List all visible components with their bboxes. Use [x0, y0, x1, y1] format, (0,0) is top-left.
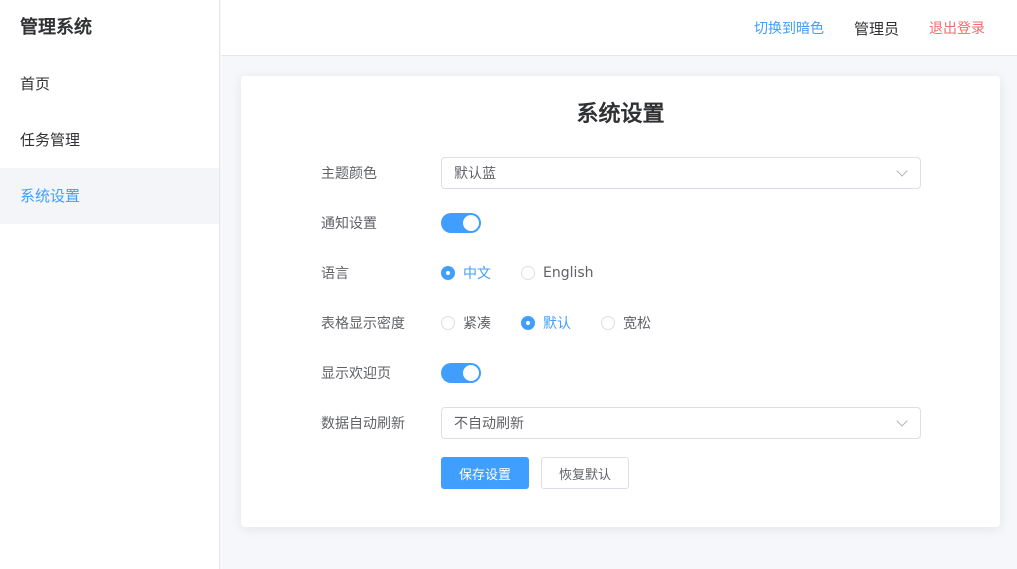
language-option-label: 中文: [463, 266, 491, 282]
language-radio-english[interactable]: English: [521, 265, 594, 281]
settings-card: 系统设置 主题颜色 默认蓝 通知设置 语言 中文 English 表格显示密度: [241, 76, 1000, 527]
density-option-label: 宽松: [623, 316, 651, 332]
language-row: 语言 中文 English: [321, 257, 624, 289]
auto-refresh-value: 不自动刷新: [454, 416, 524, 432]
notifications-switch[interactable]: [441, 213, 481, 233]
form-actions: 保存设置 恢复默认: [441, 457, 629, 489]
auto-refresh-select[interactable]: 不自动刷新: [441, 407, 921, 439]
language-option-label: English: [543, 265, 594, 281]
theme-color-value: 默认蓝: [454, 166, 496, 182]
chevron-down-icon: [896, 165, 908, 177]
density-row: 表格显示密度 紧凑 默认 宽松: [321, 307, 681, 339]
language-radio-chinese[interactable]: 中文: [441, 263, 491, 283]
header-actions: 切换到暗色 管理员 退出登录: [754, 0, 985, 56]
notifications-label: 通知设置: [321, 216, 377, 232]
switch-knob: [463, 215, 479, 231]
welcome-page-switch[interactable]: [441, 363, 481, 383]
radio-unchecked-icon: [521, 266, 535, 280]
density-radio-compact[interactable]: 紧凑: [441, 313, 491, 333]
save-button[interactable]: 保存设置: [441, 457, 529, 489]
page-title: 系统设置: [576, 102, 665, 127]
theme-color-row: 主题颜色 默认蓝: [321, 157, 921, 189]
density-radio-loose[interactable]: 宽松: [601, 313, 651, 333]
reset-defaults-button[interactable]: 恢复默认: [541, 457, 629, 489]
language-radio-group: 中文 English: [441, 263, 624, 283]
auto-refresh-label: 数据自动刷新: [321, 416, 405, 432]
sidebar-item-settings[interactable]: 系统设置: [0, 168, 219, 224]
radio-checked-icon: [441, 266, 455, 280]
theme-color-label: 主题颜色: [321, 166, 377, 182]
auto-refresh-row: 数据自动刷新 不自动刷新: [321, 407, 921, 439]
notifications-row: 通知设置: [321, 207, 481, 239]
theme-toggle-link[interactable]: 切换到暗色: [754, 18, 824, 38]
density-option-label: 默认: [543, 316, 571, 332]
radio-unchecked-icon: [601, 316, 615, 330]
welcome-page-row: 显示欢迎页: [321, 357, 481, 389]
theme-color-select[interactable]: 默认蓝: [441, 157, 921, 189]
sidebar: 管理系统 首页 任务管理 系统设置: [0, 0, 220, 569]
density-radio-group: 紧凑 默认 宽松: [441, 313, 681, 333]
sidebar-item-home[interactable]: 首页: [0, 56, 219, 112]
chevron-down-icon: [896, 415, 908, 427]
app-brand: 管理系统: [20, 17, 92, 38]
top-header: 切换到暗色 管理员 退出登录: [221, 0, 1017, 56]
density-option-label: 紧凑: [463, 316, 491, 332]
logout-link[interactable]: 退出登录: [929, 18, 985, 38]
switch-knob: [463, 365, 479, 381]
language-label: 语言: [321, 266, 349, 282]
welcome-page-label: 显示欢迎页: [321, 366, 391, 382]
density-radio-default[interactable]: 默认: [521, 313, 571, 333]
radio-unchecked-icon: [441, 316, 455, 330]
radio-checked-icon: [521, 316, 535, 330]
username: 管理员: [853, 19, 899, 38]
sidebar-item-tasks[interactable]: 任务管理: [0, 112, 219, 168]
density-label: 表格显示密度: [321, 316, 405, 332]
